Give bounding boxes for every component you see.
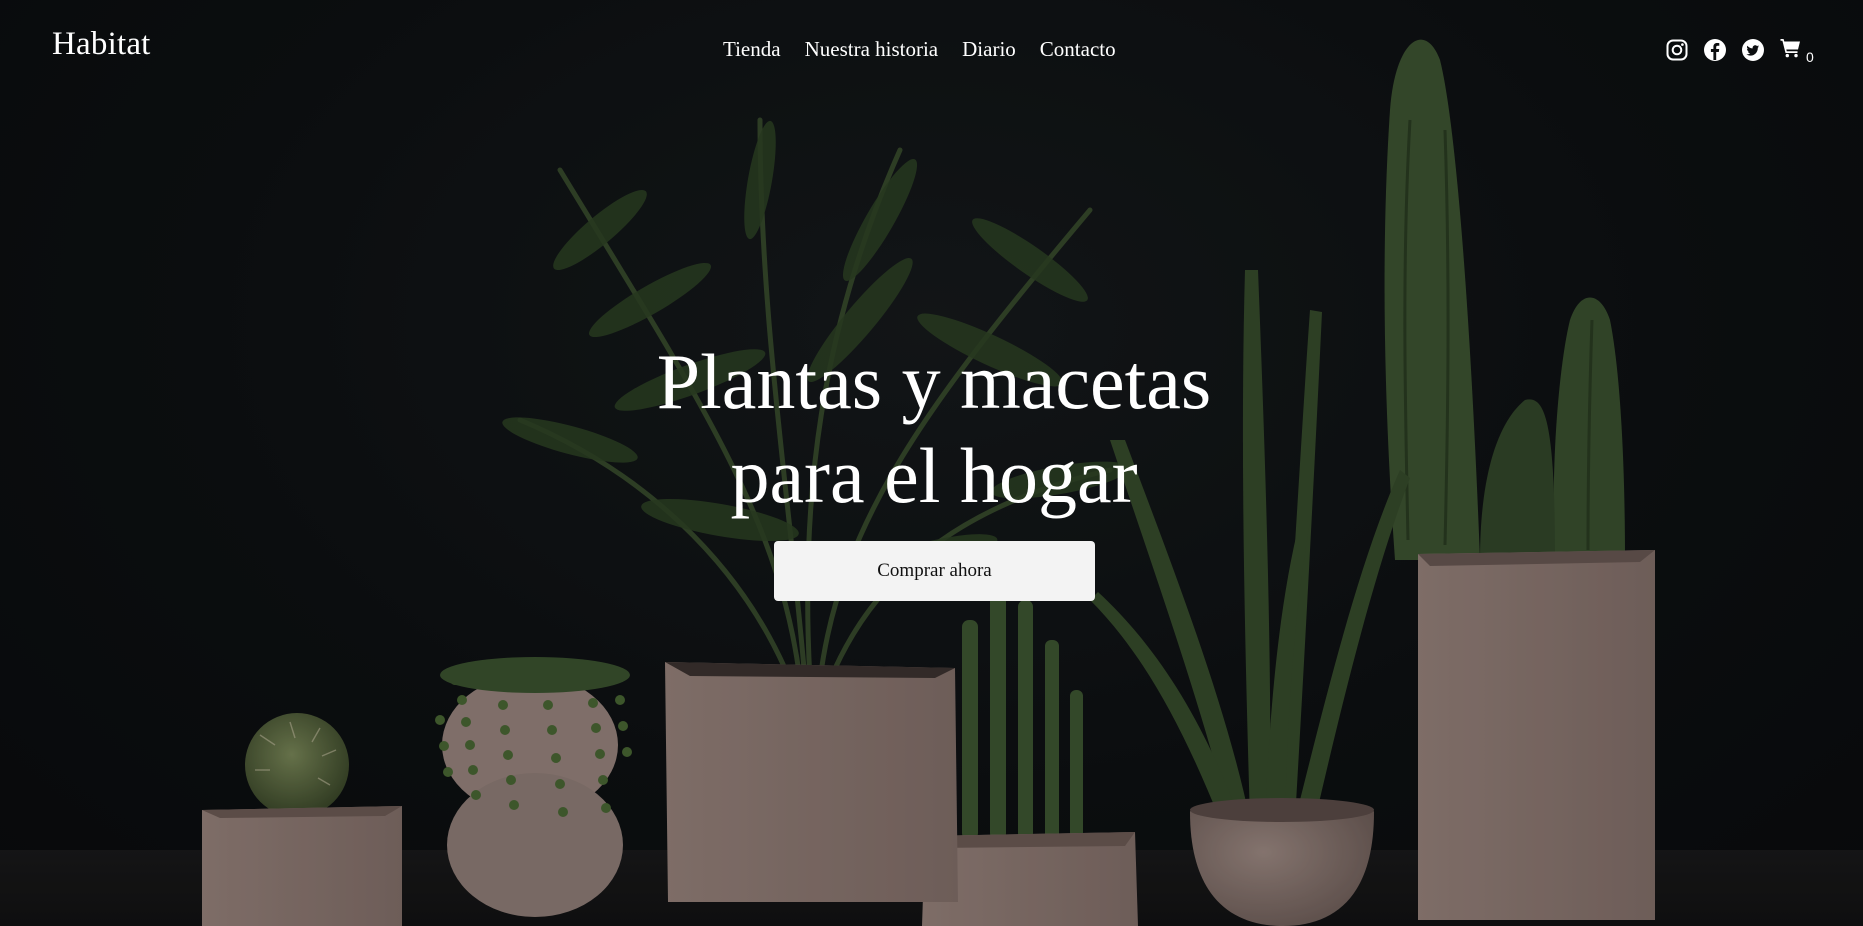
cart-button[interactable]: 0: [1779, 36, 1817, 65]
hero-headline-line-2: para el hogar: [730, 432, 1138, 519]
main-nav: Tienda Nuestra historia Diario Contacto: [723, 37, 1116, 62]
site-header: Habitat Tienda Nuestra historia Diario C…: [0, 0, 1863, 100]
twitter-icon[interactable]: [1741, 38, 1765, 62]
header-icons: 0: [1665, 36, 1817, 65]
facebook-icon[interactable]: [1703, 38, 1727, 62]
hero-section: Habitat Tienda Nuestra historia Diario C…: [0, 0, 1863, 926]
nav-link-tienda[interactable]: Tienda: [723, 37, 781, 62]
shop-now-button[interactable]: Comprar ahora: [774, 541, 1095, 601]
hero-headline: Plantas y macetas para el hogar: [0, 335, 1863, 523]
nav-link-contacto[interactable]: Contacto: [1040, 37, 1116, 62]
nav-link-diario[interactable]: Diario: [962, 37, 1016, 62]
instagram-icon[interactable]: [1665, 38, 1689, 62]
site-logo[interactable]: Habitat: [52, 26, 151, 63]
hero-headline-line-1: Plantas y macetas: [656, 338, 1212, 425]
cart-icon: [1780, 39, 1800, 58]
cart-count-badge: 0: [1806, 49, 1814, 65]
nav-link-nuestra-historia[interactable]: Nuestra historia: [805, 37, 939, 62]
